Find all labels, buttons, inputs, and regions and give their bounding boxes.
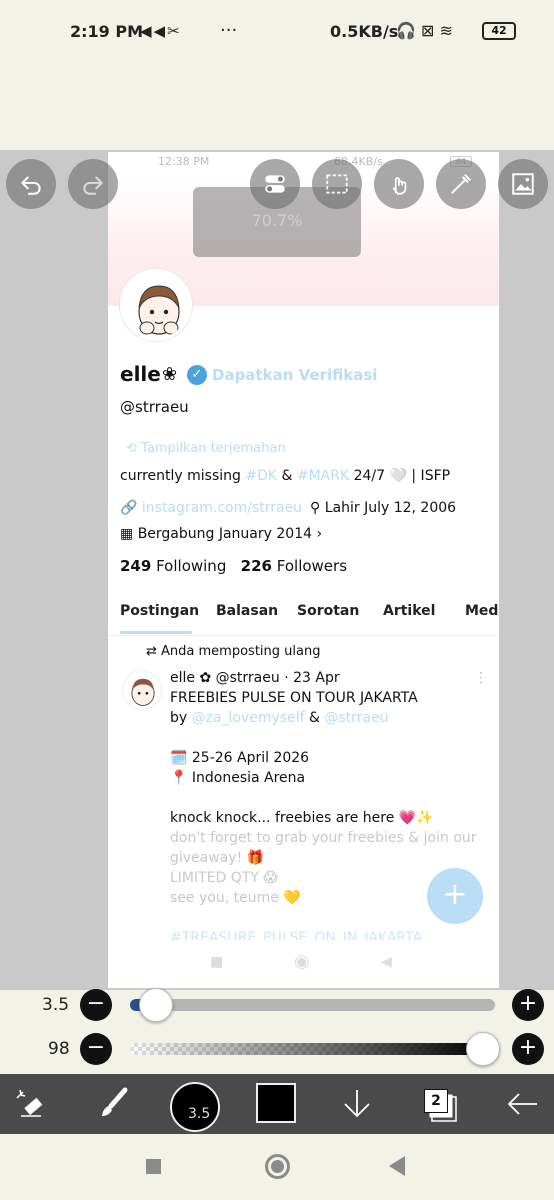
chevron-right-icon: ›: [312, 526, 323, 542]
download-icon: [344, 1090, 370, 1118]
brush-icon: [102, 1087, 128, 1116]
post-line-venue: 📍 Indonesia Arena: [170, 770, 306, 786]
opacity-fill: [130, 1043, 488, 1055]
canvas-inner-nav-bar: ■ ◉ ◀: [108, 940, 499, 986]
opacity-slider-row: 98 − +: [0, 1030, 554, 1070]
profile-name: elle: [120, 362, 161, 386]
eyedropper-icon: [451, 174, 471, 194]
get-verified-link: Dapatkan Verifikasi: [212, 366, 378, 384]
status-time: 2:19 PM: [70, 22, 144, 41]
profile-birthdate: ⚲ Lahir July 12, 2006: [310, 500, 457, 516]
brush-size-value: 3.5: [42, 995, 70, 1015]
post-line-title: FREEBIES PULSE ON TOUR JAKARTA: [170, 690, 418, 706]
redo-button[interactable]: [68, 159, 118, 209]
more-notifications-icon: ···: [220, 20, 238, 41]
undo-icon: [21, 176, 41, 195]
undo-button[interactable]: [6, 159, 56, 209]
profile-website: 🔗 instagram.com/strraeu: [120, 500, 303, 516]
notification-icons: ◀◀✂: [140, 22, 182, 40]
tab-balasan: Balasan: [216, 603, 279, 619]
verified-badge-icon: ✓: [187, 365, 207, 385]
tab-sorotan: Sorotan: [297, 603, 360, 619]
tab-media: Medi: [465, 603, 499, 619]
opacity-slider[interactable]: [130, 1032, 500, 1066]
opacity-minus-button[interactable]: −: [80, 1033, 112, 1065]
repost-indicator: ⇄ Anda memposting ulang: [146, 644, 321, 659]
image-icon: [512, 173, 534, 195]
hand-icon: [392, 177, 407, 195]
follow-stats: 249 Following 226 Followers: [120, 557, 348, 575]
back-button[interactable]: [500, 1082, 546, 1126]
brush-size-slider-row: 3.5 − +: [0, 986, 554, 1026]
post-line-faded2: giveaway! 🎁: [170, 850, 265, 866]
post-line-faded3: LIMITED QTY 😱: [170, 870, 278, 886]
post-line-faded1: don't forget to grab your freebies & joi…: [170, 830, 477, 846]
battery-icon: 42: [482, 22, 516, 40]
hand-tool-button[interactable]: [374, 159, 424, 209]
tab-postingan: Postingan: [120, 603, 200, 619]
color-picker-button[interactable]: [256, 1083, 296, 1123]
magic-eraser-icon: [16, 1089, 43, 1117]
translate-icon: ⟲: [126, 441, 142, 456]
post-more-icon: ⋮: [474, 670, 488, 686]
system-back-button[interactable]: [389, 1156, 405, 1176]
profile-bio: currently missing #DK & #MARK 24/7 🤍 | I…: [120, 468, 451, 484]
show-translation-link: ⟲ Tampilkan terjemahan: [126, 441, 286, 456]
opacity-plus-button[interactable]: +: [512, 1033, 544, 1065]
link-icon: 🔗: [120, 500, 142, 516]
post-line-by: by @za_lovemyself & @strraeu: [170, 710, 389, 726]
tab-artikel: Artikel: [383, 603, 436, 619]
profile-joined-date: ▦ Bergabung January 2014 ›: [120, 526, 323, 542]
compose-fab-icon: +: [427, 868, 483, 924]
magic-eraser-button[interactable]: [8, 1082, 54, 1126]
brush-tool-button[interactable]: [90, 1082, 136, 1126]
post-line-faded4: see you, teume 💛: [170, 890, 301, 906]
inner-status-time: 12:38 PM: [158, 155, 210, 168]
brush-size-knob[interactable]: [138, 988, 173, 1022]
opacity-value: 98: [48, 1039, 70, 1059]
status-bar: 2:19 PM ◀◀✂ ··· 0.5KB/s 🎧 ⊠ ≋ 42: [0, 0, 554, 66]
system-icons: 🎧 ⊠ ≋: [396, 21, 453, 40]
calendar-icon: ▦: [120, 526, 138, 542]
back-arrow-icon: [507, 1093, 537, 1115]
image-button[interactable]: [498, 159, 548, 209]
selection-icon: [326, 174, 348, 194]
post-author: elle ✿ @strraeu · 23 Apr: [170, 670, 340, 686]
toggle-icon: [265, 175, 285, 193]
home-button[interactable]: [265, 1154, 290, 1179]
recent-apps-button[interactable]: [146, 1159, 161, 1174]
tabs-divider: [108, 635, 499, 636]
post-avatar: [122, 670, 162, 710]
flower-icon: ❀: [162, 364, 178, 385]
download-button[interactable]: [334, 1082, 380, 1126]
active-tab-indicator: [120, 631, 192, 634]
brush-size-plus-button[interactable]: +: [512, 989, 544, 1021]
brush-size-minus-button[interactable]: −: [80, 989, 112, 1021]
post-line-knock: knock knock... freebies are here 💗✨: [170, 810, 434, 826]
brush-preview-size: 3.5: [188, 1106, 211, 1122]
profile-avatar: [120, 269, 192, 341]
brush-size-slider[interactable]: [130, 988, 495, 1022]
profile-handle: @strraeu: [120, 398, 189, 416]
inner-home-icon: ◉: [294, 951, 310, 972]
repost-icon: ⇄: [146, 644, 162, 659]
post-line-date: 🗓️ 25-26 April 2026: [170, 750, 310, 766]
redo-icon: [83, 176, 103, 195]
layers-count-badge: 2: [424, 1089, 448, 1113]
selection-button[interactable]: [312, 159, 362, 209]
profile-tabs: Postingan Balasan Sorotan Artikel Medi: [120, 603, 499, 634]
toggle-menu-button[interactable]: [250, 159, 300, 209]
eyedropper-button[interactable]: [436, 159, 486, 209]
network-speed: 0.5KB/s: [330, 22, 399, 41]
location-pin-icon: ⚲: [310, 500, 325, 516]
inner-recent-icon: ■: [210, 954, 224, 970]
opacity-knob[interactable]: [466, 1032, 500, 1066]
inner-back-icon: ◀: [381, 954, 392, 970]
